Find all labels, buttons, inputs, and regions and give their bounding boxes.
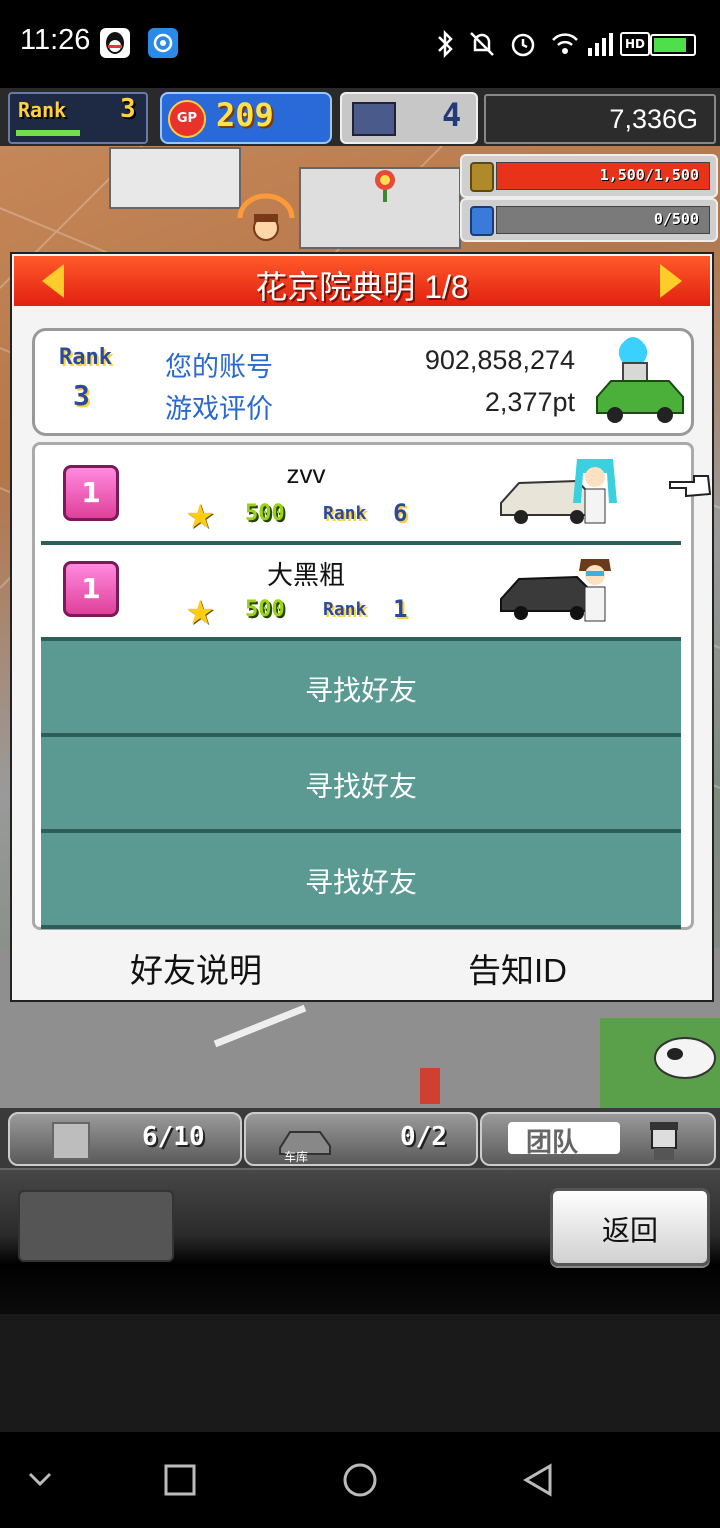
player-car-avatar-icon	[596, 337, 684, 423]
friend-level-badge: 1	[63, 561, 119, 617]
top-hud: Rank 3 GP 209 4 7,336G	[0, 88, 720, 146]
friend-row[interactable]: 1 大黑粗 ★ 500 Rank 1	[41, 545, 681, 641]
friend-row[interactable]: 1 zvv ★ 500 Rank 6	[41, 449, 681, 545]
oil-barrel-icon	[470, 162, 494, 192]
friend-rank-value: 6	[393, 499, 408, 527]
friend-rank-label: Rank	[323, 599, 367, 620]
wifi-icon	[552, 33, 578, 54]
empty-area	[0, 1314, 720, 1432]
qq-icon	[100, 28, 130, 58]
team-label: 团队	[526, 1128, 579, 1158]
find-friend-button[interactable]: 寻找好友	[41, 641, 681, 737]
find-friend-label: 寻找好友	[304, 675, 417, 706]
garage-label: 车库	[284, 1150, 309, 1164]
nav-back-icon[interactable]	[520, 1460, 556, 1500]
nav-home-icon[interactable]	[340, 1460, 380, 1500]
bluetooth-icon	[438, 30, 453, 58]
friend-score: 500	[245, 501, 285, 526]
rank-progress-bar	[16, 130, 80, 136]
account-id-label: 您的账号	[165, 352, 273, 382]
gp-value: 209	[216, 96, 274, 134]
rank-label: Rank	[18, 98, 67, 122]
tab-team[interactable]: 团队	[480, 1112, 716, 1166]
find-friend-button[interactable]: 寻找好友	[41, 737, 681, 833]
star-icon: ★	[185, 497, 216, 537]
friend-rank-value: 1	[393, 595, 408, 623]
money-box: 7,336G	[484, 94, 716, 144]
fuel-text: 1,500/1,500	[599, 166, 699, 184]
battery-icon	[650, 34, 696, 56]
friend-name: 大黑粗	[266, 560, 345, 590]
command-field	[18, 1190, 174, 1262]
back-button[interactable]: 返回	[550, 1188, 710, 1266]
game-rating-value: 2,377pt	[484, 387, 575, 417]
gp-coin-icon: GP	[168, 100, 206, 138]
signal-4g-icon	[588, 33, 613, 56]
find-friend-button[interactable]: 寻找好友	[41, 833, 681, 929]
alarm-icon	[511, 33, 535, 57]
car-count: 0/2	[400, 1122, 447, 1152]
teal-hair-girl-avatar-icon	[573, 459, 617, 524]
crate-icon	[52, 1122, 90, 1160]
tab-garage[interactable]: 车库 0/2	[244, 1112, 478, 1166]
friend-help-link[interactable]: 好友说明	[130, 944, 262, 992]
scientist-avatar-icon	[579, 559, 611, 622]
tab-storage[interactable]: 6/10	[8, 1112, 242, 1166]
research-meter: 0/500	[460, 198, 718, 242]
fuel-meter: 1,500/1,500	[460, 154, 718, 198]
fuel-bar: 1,500/1,500	[496, 162, 710, 190]
next-page-arrow-icon[interactable]	[660, 264, 682, 298]
gp-box[interactable]: GP 209	[160, 92, 332, 144]
find-friend-label: 寻找好友	[304, 867, 417, 898]
storage-count: 6/10	[142, 1122, 205, 1152]
rank-value: 3	[120, 94, 136, 124]
nav-recent-apps-icon[interactable]	[162, 1462, 198, 1498]
research-text: 0/500	[653, 210, 699, 228]
panel-title: 花京院典明 1/8	[255, 269, 469, 305]
computer-icon	[352, 102, 396, 136]
my-account-card: Rank 3 您的账号 902,858,274 游戏评价 2,377pt	[32, 328, 694, 436]
research-capsule-icon	[470, 206, 494, 236]
team-label-box: 团队	[508, 1122, 620, 1158]
research-bar: 0/500	[496, 206, 710, 234]
friend-list: 1 zvv ★ 500 Rank 6 1 大黑粗 ★ 500 Rank 1 寻找…	[32, 442, 694, 930]
command-bar: 返回	[0, 1168, 720, 1316]
app-icon	[148, 28, 178, 58]
hd-icon: HD	[620, 32, 650, 56]
back-button-label: 返回	[601, 1215, 658, 1246]
friend-score: 500	[245, 597, 285, 622]
notify-id-link[interactable]: 告知ID	[468, 944, 567, 992]
pc-value: 4	[442, 96, 462, 134]
bottom-tab-bar: 6/10 车库 0/2 团队	[0, 1108, 720, 1168]
panel-title-bar: 花京院典明 1/8	[14, 256, 710, 306]
mute-icon	[470, 32, 494, 56]
research-pc-box[interactable]: 4	[340, 92, 478, 144]
friend-name: zvv	[286, 459, 326, 489]
friend-panel: 花京院典明 1/8 Rank 3 您的账号 902,858,274 游戏评价 2…	[10, 252, 714, 1002]
pointing-hand-icon	[669, 475, 712, 498]
player-rank-box[interactable]: Rank 3	[8, 92, 148, 144]
friend-level-badge: 1	[63, 465, 119, 521]
money-value: 7,336G	[609, 104, 698, 134]
find-friend-label: 寻找好友	[304, 771, 417, 802]
android-nav-bar	[0, 1432, 720, 1528]
status-bar: 11:26 HD	[0, 0, 720, 88]
nav-menu-down-icon[interactable]	[24, 1464, 56, 1496]
star-icon: ★	[185, 593, 216, 633]
account-id-value: 902,858,274	[424, 345, 575, 375]
staff-face-icon	[650, 1122, 678, 1160]
game-rating-label: 游戏评价	[165, 394, 273, 424]
flower-decoration	[370, 168, 400, 204]
account-rank-label: Rank	[59, 345, 112, 370]
friend-rank-label: Rank	[323, 503, 367, 524]
worker-character	[236, 192, 296, 252]
account-rank-value: 3	[73, 379, 90, 412]
clock: 11:26	[20, 24, 91, 56]
